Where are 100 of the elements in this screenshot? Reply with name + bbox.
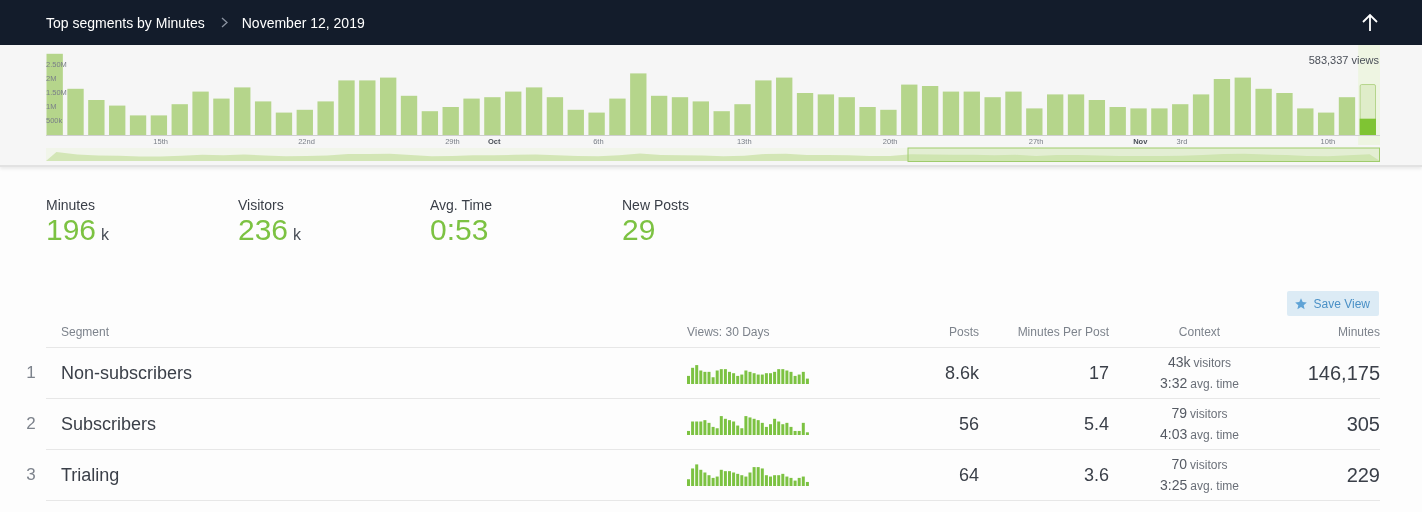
table-cell: 146,175 — [1307, 361, 1380, 385]
column-header: Minutes — [1290, 325, 1380, 348]
chart-bar[interactable] — [67, 88, 84, 135]
segment-name[interactable]: Subscribers — [61, 413, 157, 435]
column-header: Context — [1109, 325, 1290, 348]
views-total: 583,337 views — [1308, 54, 1379, 66]
chart-bar[interactable] — [546, 97, 564, 135]
chart-bar[interactable] — [692, 101, 709, 135]
chart-bar[interactable] — [1151, 108, 1168, 135]
table-cell: 5.4 — [1083, 413, 1109, 435]
chart-bar[interactable] — [213, 98, 230, 135]
chart-bar[interactable] — [1276, 93, 1293, 135]
table-cell: 56 — [958, 413, 979, 435]
chart-bar[interactable] — [755, 80, 772, 135]
chart-bar[interactable] — [713, 111, 730, 135]
chart-bar[interactable] — [1317, 112, 1335, 135]
chart-bar[interactable] — [484, 97, 501, 135]
context-text: 43k visitors — [1168, 353, 1231, 372]
chart-bar[interactable] — [463, 98, 480, 135]
chart-bar[interactable] — [984, 97, 1001, 135]
table-cell: 305 — [1346, 412, 1380, 436]
chart-bar[interactable] — [1088, 100, 1106, 135]
chart-bar[interactable] — [1172, 104, 1189, 135]
chart-bar[interactable] — [880, 109, 897, 135]
column-header: Views: 30 Days — [687, 325, 880, 348]
page-title[interactable]: Top segments by Minutes — [46, 14, 205, 31]
chart-bar[interactable] — [1234, 77, 1251, 135]
range-navigator-drawing[interactable] — [46, 147, 1380, 162]
stat-value: 29 — [622, 213, 656, 247]
context-text: 3:25 avg. time — [1160, 476, 1239, 495]
chart-bar[interactable] — [1213, 79, 1231, 135]
chart-bar[interactable] — [1047, 94, 1064, 135]
chart-bar[interactable] — [901, 84, 918, 135]
chart-bar[interactable] — [525, 87, 543, 135]
chart-bar[interactable] — [234, 87, 251, 135]
star-icon — [1293, 296, 1308, 311]
chart-bar[interactable] — [963, 91, 980, 135]
stat-value: 0:53 — [430, 213, 489, 247]
table-cell: 229 — [1346, 463, 1380, 487]
chart-bar[interactable] — [1109, 107, 1126, 135]
chart-bar[interactable] — [942, 91, 960, 135]
chart-bar[interactable] — [317, 101, 334, 135]
chart-bar[interactable] — [505, 91, 522, 135]
chart-bar[interactable] — [817, 94, 835, 135]
chart-bar[interactable] — [650, 95, 668, 135]
stat-label: New Posts — [622, 197, 689, 213]
chart-bar[interactable] — [1297, 108, 1314, 135]
chart-bar[interactable] — [921, 86, 939, 135]
chart-bar[interactable] — [442, 107, 459, 135]
up-arrow-icon[interactable] — [1362, 13, 1378, 32]
chart-bar[interactable] — [192, 91, 209, 135]
chart-bar[interactable] — [380, 77, 397, 135]
chevron-icon — [220, 17, 228, 28]
today-bar[interactable] — [1359, 84, 1376, 136]
chart-bar[interactable] — [1067, 94, 1085, 135]
chart-bar[interactable] — [1338, 97, 1356, 135]
chart-bar[interactable] — [1130, 108, 1147, 135]
table-cell: 64 — [958, 464, 979, 486]
chart-bar[interactable] — [171, 104, 188, 135]
chart-bar[interactable] — [588, 112, 605, 135]
chart-bar[interactable] — [796, 93, 814, 135]
chart-bar[interactable] — [129, 115, 147, 135]
chart-bar[interactable] — [838, 97, 855, 135]
chart-bar[interactable] — [776, 77, 793, 135]
chart-bar[interactable] — [671, 97, 689, 135]
rank-number: 2 — [26, 414, 36, 434]
table-cell: 8.6k — [944, 362, 979, 384]
chart-bar[interactable] — [150, 115, 168, 135]
context-text: 4:03 avg. time — [1160, 425, 1239, 444]
chart-bar[interactable] — [609, 98, 626, 135]
column-header: Minutes Per Post — [979, 325, 1109, 348]
chart-bar[interactable] — [1026, 108, 1043, 135]
chart-bar[interactable] — [421, 111, 439, 135]
chart-bar[interactable] — [296, 109, 313, 135]
stat-label: Avg. Time — [430, 197, 492, 213]
chart-bar[interactable] — [1255, 88, 1272, 135]
context-text: 70 visitors — [1171, 455, 1228, 474]
chart-bar[interactable] — [109, 105, 126, 135]
chart-bar[interactable] — [275, 112, 293, 135]
breadcrumb-date[interactable]: November 12, 2019 — [241, 14, 365, 31]
chart-bar[interactable] — [88, 100, 105, 135]
segment-name[interactable]: Trialing — [61, 464, 120, 486]
rank-number: 3 — [26, 465, 36, 485]
chart-bar[interactable] — [254, 101, 272, 135]
chart-bar[interactable] — [1005, 91, 1022, 135]
column-header: Segment — [46, 325, 687, 348]
chart-bar[interactable] — [1192, 94, 1210, 135]
chart-bar[interactable] — [567, 109, 584, 135]
context-text: 79 visitors — [1171, 404, 1228, 423]
chart-bar[interactable] — [734, 104, 751, 135]
chart-bar[interactable] — [338, 80, 355, 135]
chart-bar[interactable] — [400, 95, 418, 135]
column-header: Posts — [880, 325, 979, 348]
stat-value: 196 k — [46, 213, 110, 248]
segment-name[interactable]: Non-subscribers — [61, 362, 193, 384]
chart-bar[interactable] — [630, 73, 647, 135]
stat-label: Visitors — [238, 197, 284, 213]
chart-bar[interactable] — [359, 80, 376, 135]
rank-number: 1 — [26, 363, 36, 383]
chart-bar[interactable] — [859, 107, 876, 135]
